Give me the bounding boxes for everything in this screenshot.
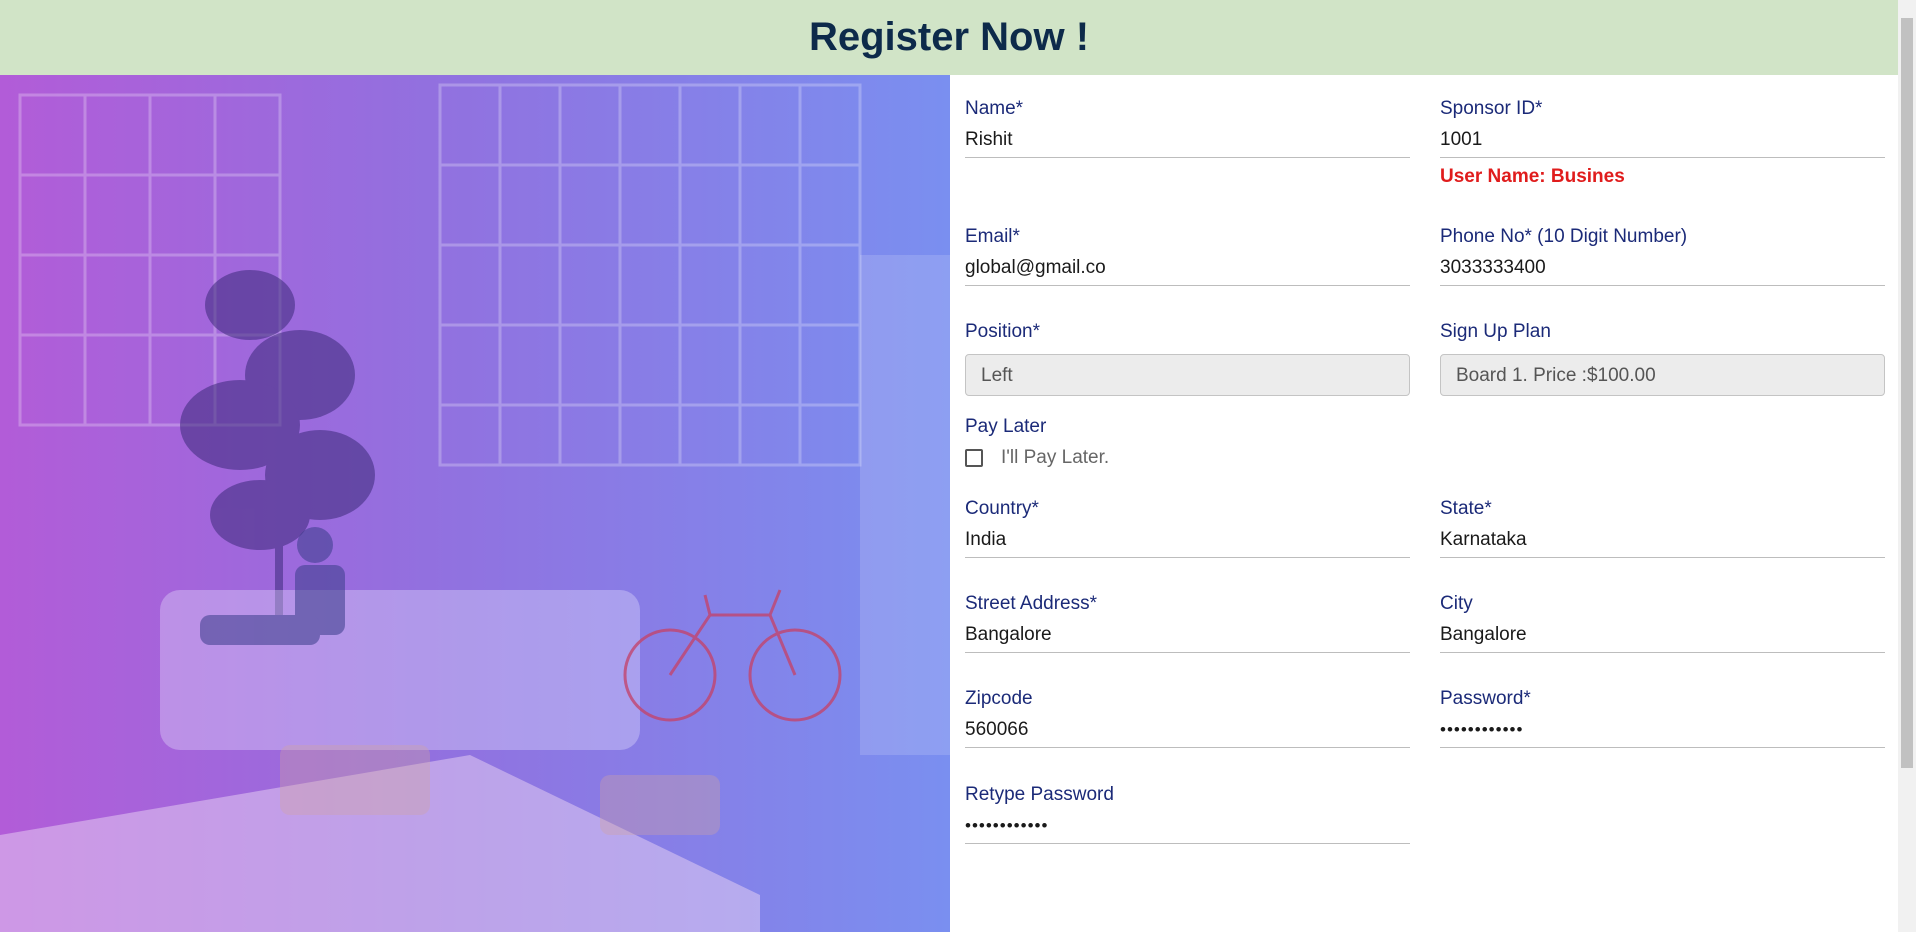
country-label: Country* <box>965 498 1039 519</box>
retype-password-label: Retype Password <box>965 784 1114 805</box>
retype-password-input[interactable]: •••••••••••• <box>965 807 1410 844</box>
retype-password-field: Retype Password •••••••••••• <box>965 783 1410 844</box>
phone-label: Phone No* (10 Digit Number) <box>1440 226 1688 247</box>
registration-form: Name* Rishit Sponsor ID* 1001 User Name:… <box>950 75 1898 932</box>
street-address-input[interactable]: Bangalore <box>965 616 1410 653</box>
position-select[interactable]: Left <box>965 354 1410 396</box>
city-label: City <box>1440 593 1473 614</box>
zipcode-field: Zipcode 560066 <box>965 687 1410 748</box>
scrollbar-thumb[interactable] <box>1901 18 1913 768</box>
pay-later-checkbox[interactable] <box>965 449 983 467</box>
phone-input[interactable]: 3033333400 <box>1440 249 1885 286</box>
page-header: Register Now ! <box>0 0 1898 75</box>
name-field: Name* Rishit <box>965 97 1410 158</box>
pay-later-checkbox-label[interactable]: I'll Pay Later. <box>1001 447 1109 469</box>
pay-later-row: I'll Pay Later. <box>965 447 1410 469</box>
sponsor-id-label: Sponsor ID* <box>1440 98 1543 119</box>
email-label: Email* <box>965 226 1020 247</box>
position-field: Position* Left <box>965 320 1410 396</box>
state-label: State* <box>1440 498 1492 519</box>
city-field: City Bangalore <box>1440 592 1885 653</box>
city-input[interactable]: Bangalore <box>1440 616 1885 653</box>
password-field: Password* •••••••••••• <box>1440 687 1885 748</box>
sponsor-username-message: User Name: Busines <box>1440 166 1625 187</box>
sponsor-id-input[interactable]: 1001 <box>1440 121 1885 158</box>
pay-later-label: Pay Later <box>965 416 1047 437</box>
country-input[interactable]: India <box>965 521 1410 558</box>
pay-later-field: Pay Later I'll Pay Later. <box>965 415 1410 469</box>
signup-plan-select[interactable]: Board 1. Price :$100.00 <box>1440 354 1885 396</box>
signup-plan-label: Sign Up Plan <box>1440 321 1551 342</box>
street-address-label: Street Address* <box>965 593 1098 614</box>
street-address-field: Street Address* Bangalore <box>965 592 1410 653</box>
sponsor-id-field: Sponsor ID* 1001 User Name: Busines <box>1440 97 1885 188</box>
page-scrollbar[interactable] <box>1898 0 1916 932</box>
state-input[interactable]: Karnataka <box>1440 521 1885 558</box>
signup-plan-field: Sign Up Plan Board 1. Price :$100.00 <box>1440 320 1885 396</box>
zipcode-input[interactable]: 560066 <box>965 711 1410 748</box>
state-field: State* Karnataka <box>1440 497 1885 558</box>
email-input[interactable]: global@gmail.co <box>965 249 1410 286</box>
password-input[interactable]: •••••••••••• <box>1440 711 1885 748</box>
hero-image <box>0 75 950 932</box>
name-label: Name* <box>965 98 1024 119</box>
phone-field: Phone No* (10 Digit Number) 3033333400 <box>1440 225 1885 286</box>
office-illustration <box>0 83 950 932</box>
email-field: Email* global@gmail.co <box>965 225 1410 286</box>
zipcode-label: Zipcode <box>965 688 1033 709</box>
country-field: Country* India <box>965 497 1410 558</box>
name-input[interactable]: Rishit <box>965 121 1410 158</box>
page-title: Register Now ! <box>808 15 1090 59</box>
password-label: Password* <box>1440 688 1531 709</box>
position-label: Position* <box>965 321 1040 342</box>
